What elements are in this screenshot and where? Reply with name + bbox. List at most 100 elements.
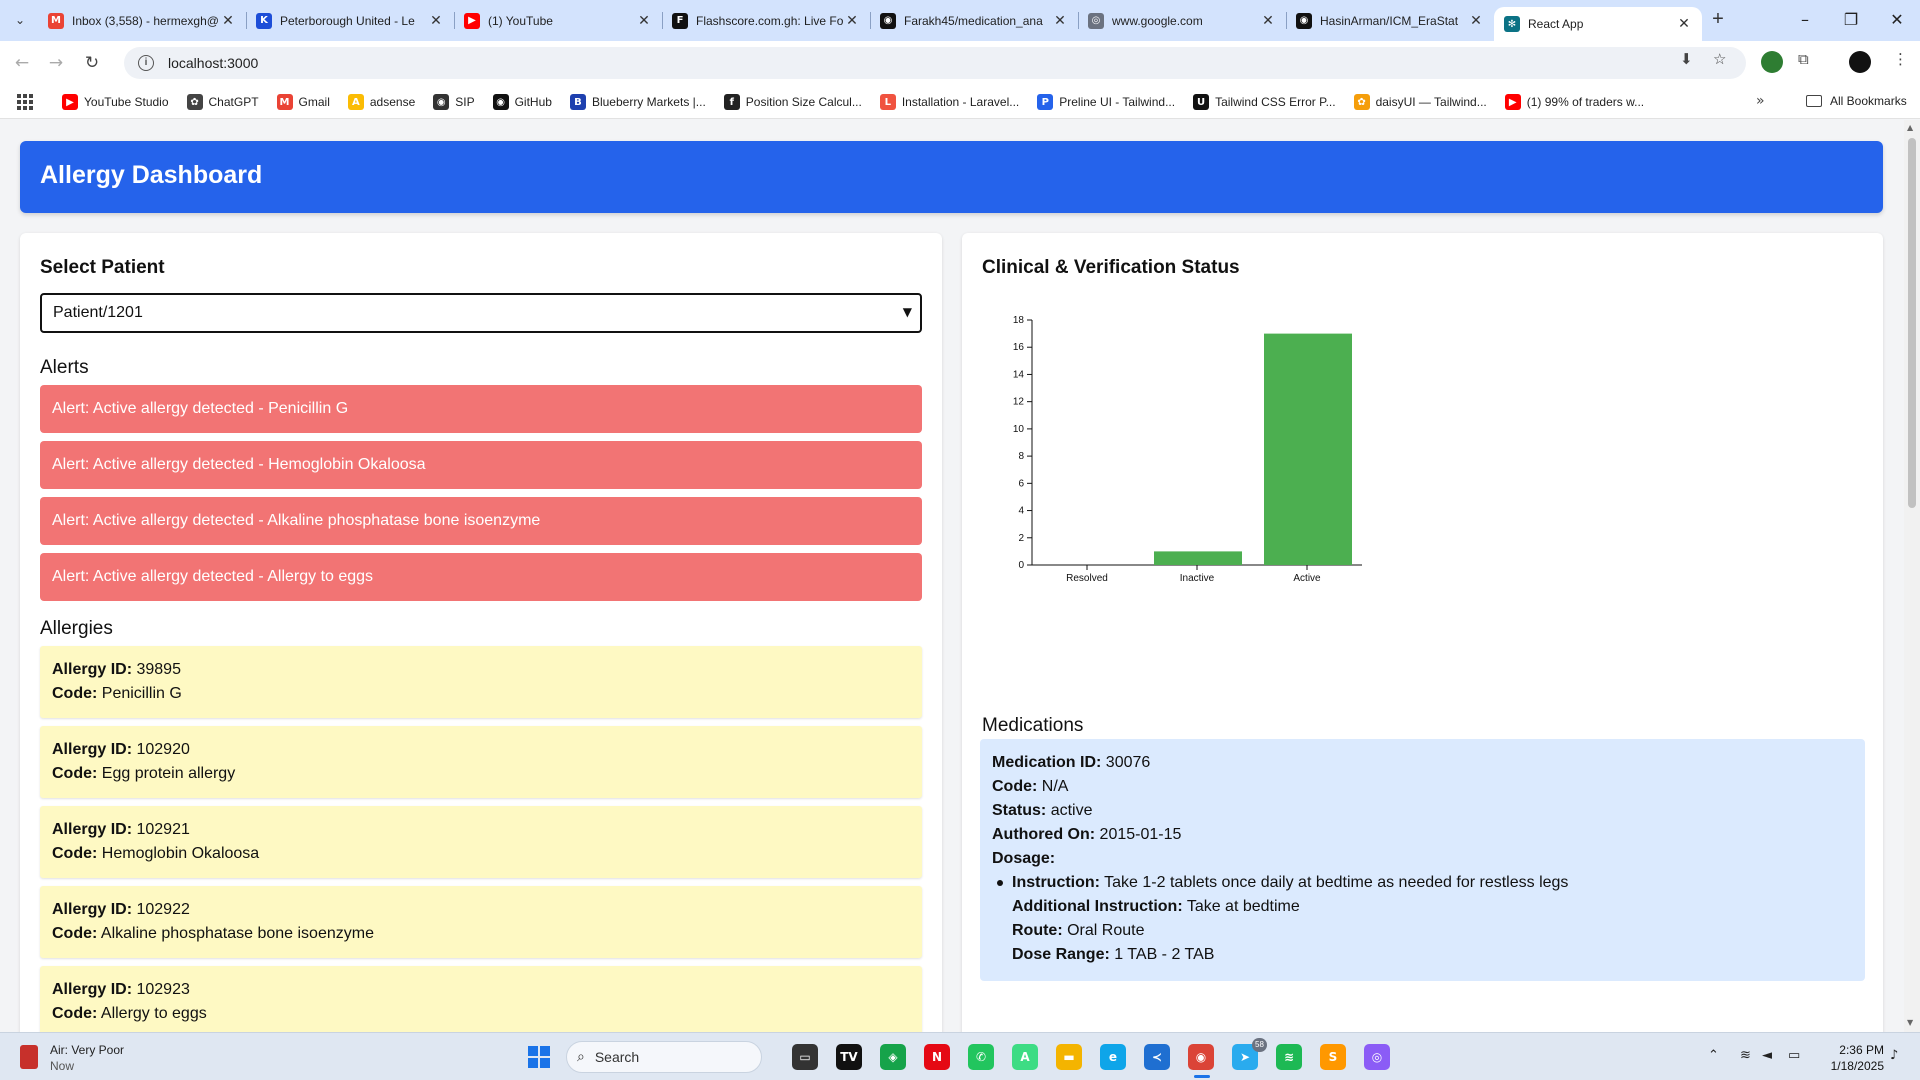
file-explorer-app-icon[interactable]: ▭ xyxy=(792,1044,818,1070)
url-text[interactable]: localhost:3000 xyxy=(168,55,258,71)
folder-app-icon[interactable]: ▬ xyxy=(1056,1044,1082,1070)
bookmark-star-icon[interactable]: ☆ xyxy=(1713,50,1726,68)
more-bookmarks-icon[interactable]: » xyxy=(1756,93,1765,109)
patient-select[interactable]: Patient/1201 ▼ xyxy=(40,293,922,333)
close-tab-icon[interactable]: ✕ xyxy=(1676,16,1692,32)
browser-tab[interactable]: ◎ www.google.com ✕ xyxy=(1078,0,1286,41)
bookmark-item[interactable]: Aadsense xyxy=(347,94,415,110)
close-tab-icon[interactable]: ✕ xyxy=(1260,13,1276,29)
browser-tab[interactable]: ◉ Farakh45/medication_ana ✕ xyxy=(870,0,1078,41)
scrollbar-thumb[interactable] xyxy=(1908,138,1916,508)
extensions-puzzle-icon[interactable]: ⧉ xyxy=(1798,50,1809,68)
install-app-icon[interactable]: ⬇ xyxy=(1680,50,1693,68)
apps-grid-icon[interactable] xyxy=(17,94,33,110)
browser-tab[interactable]: ✻ React App ✕ xyxy=(1494,7,1702,41)
android-studio-app-icon[interactable]: A xyxy=(1012,1044,1038,1070)
bookmark-item[interactable]: ✿ ChatGPT xyxy=(186,94,259,110)
close-tab-icon[interactable]: ✕ xyxy=(636,13,652,29)
close-window-icon[interactable]: ✕ xyxy=(1882,6,1912,34)
allergy-card: Allergy ID: 102920 Code: Egg protein alle… xyxy=(40,726,922,798)
address-bar[interactable]: i localhost:3000 xyxy=(124,47,1746,79)
bookmark-item[interactable]: B Blueberry Markets |... xyxy=(569,94,706,110)
allergy-id-label: Allergy ID: xyxy=(52,741,133,758)
close-tab-icon[interactable]: ✕ xyxy=(428,13,444,29)
weather-title[interactable]: Air: Very Poor xyxy=(50,1043,124,1057)
bookmark-label: Preline UI - Tailwind... xyxy=(1059,95,1176,109)
reload-icon[interactable]: ↻ xyxy=(80,51,104,75)
preline-icon: P xyxy=(1037,94,1054,110)
close-tab-icon[interactable]: ✕ xyxy=(844,13,860,29)
browser-tab[interactable]: K Peterborough United - Le ✕ xyxy=(246,0,454,41)
scroll-down-icon[interactable]: ▼ xyxy=(1907,1018,1913,1027)
browser-toolbar: ← → ↻ i localhost:3000 ⬇ ☆ ⧉ ⋮ xyxy=(0,41,1920,85)
tab-search-icon[interactable]: ⌄ xyxy=(8,8,32,32)
tab-title: Inbox (3,558) - hermexgh@ xyxy=(72,13,219,28)
bookmark-item[interactable]: P Preline UI - Tailwind... xyxy=(1037,94,1175,110)
minimize-icon[interactable]: – xyxy=(1790,6,1820,34)
netflix-app-icon[interactable]: N xyxy=(924,1044,950,1070)
allergy-card: Allergy ID: 39895 Code: Penicillin G xyxy=(40,646,922,718)
sublime-app-icon[interactable]: S xyxy=(1320,1044,1346,1070)
wifi-icon[interactable]: ≋ xyxy=(1740,1048,1751,1063)
alert-banner: Alert: Active allergy detected - Penicil… xyxy=(40,385,922,433)
close-tab-icon[interactable]: ✕ xyxy=(1052,13,1068,29)
bar-inactive xyxy=(1154,551,1242,565)
globe-icon: ◎ xyxy=(1088,12,1104,29)
start-windows-icon[interactable] xyxy=(528,1046,550,1068)
profile-avatar[interactable] xyxy=(1849,51,1871,73)
edge-app-icon[interactable]: e xyxy=(1100,1044,1126,1070)
tab-title: HasinArman/ICM_EraStat xyxy=(1320,13,1459,28)
close-tab-icon[interactable]: ✕ xyxy=(220,13,236,29)
battery-icon[interactable]: ▭ xyxy=(1788,1048,1800,1063)
bookmark-item[interactable]: L Installation - Laravel... xyxy=(879,94,1019,110)
dosage-item: Instruction: Take 1-2 tablets once daily… xyxy=(992,871,1853,967)
podcast-app-icon[interactable]: ◎ xyxy=(1364,1044,1390,1070)
tab-title: Flashscore.com.gh: Live Fo xyxy=(696,13,844,28)
close-tab-icon[interactable]: ✕ xyxy=(1468,13,1484,29)
bookmark-item[interactable]: ✿ daisyUI — Tailwind... xyxy=(1353,94,1487,110)
medication-id-label: Medication ID: xyxy=(992,754,1102,771)
tray-overflow-icon[interactable]: ⌃ xyxy=(1708,1048,1719,1063)
weather-subtitle: Now xyxy=(50,1059,75,1073)
air-quality-icon[interactable] xyxy=(20,1045,38,1069)
vscode-app-icon[interactable]: ≺ xyxy=(1144,1044,1170,1070)
browser-tab[interactable]: ▶ (1) YouTube ✕ xyxy=(454,0,662,41)
page-scrollbar[interactable]: ▲ ▼ xyxy=(1904,120,1920,1032)
tab-title: Farakh45/medication_ana xyxy=(904,13,1043,28)
spotify-app-icon[interactable]: ≋ xyxy=(1276,1044,1302,1070)
bookmark-item[interactable]: f Position Size Calcul... xyxy=(723,94,862,110)
site-info-icon[interactable]: i xyxy=(138,55,154,71)
notification-bell-icon[interactable]: ♪ xyxy=(1890,1048,1898,1063)
taskbar-clock[interactable]: 2:36 PM 1/18/2025 xyxy=(1820,1042,1884,1074)
medication-authored-value: 2015-01-15 xyxy=(1099,826,1182,843)
react-icon: ✻ xyxy=(1504,16,1520,32)
forward-icon[interactable]: → xyxy=(44,51,68,75)
browser-tab[interactable]: ◉ HasinArman/ICM_EraStat ✕ xyxy=(1286,0,1494,41)
android-app-icon[interactable]: ◈ xyxy=(880,1044,906,1070)
chrome-app-icon[interactable]: ◉ xyxy=(1188,1044,1214,1070)
extension-icon[interactable] xyxy=(1761,51,1783,73)
browser-tab[interactable]: F Flashscore.com.gh: Live Fo ✕ xyxy=(662,0,870,41)
whatsapp-app-icon[interactable]: ✆ xyxy=(968,1044,994,1070)
allergy-id-value: 102922 xyxy=(136,901,190,918)
new-tab-button[interactable]: + xyxy=(1704,8,1732,32)
taskbar-search[interactable]: ⌕ Search xyxy=(566,1041,762,1073)
bookmark-item[interactable]: ▶ (1) 99% of traders w... xyxy=(1504,94,1644,110)
volume-icon[interactable]: ◄ xyxy=(1762,1048,1772,1063)
back-icon[interactable]: ← xyxy=(10,51,34,75)
allergy-code-value: Hemoglobin Okaloosa xyxy=(101,845,260,862)
bookmark-item[interactable]: M Gmail xyxy=(276,94,330,110)
bookmark-item[interactable]: ▶ YouTube Studio xyxy=(62,94,169,110)
bookmark-item[interactable]: U Tailwind CSS Error P... xyxy=(1193,94,1336,110)
ui-icon: U xyxy=(1193,94,1210,110)
browser-tab[interactable]: M Inbox (3,558) - hermexgh@ ✕ xyxy=(38,0,246,41)
bookmark-item[interactable]: ◉ GitHub xyxy=(492,94,552,110)
restore-icon[interactable]: ❐ xyxy=(1836,6,1866,34)
all-bookmarks-button[interactable]: All Bookmarks xyxy=(1806,94,1907,108)
dose-range-value: 1 TAB - 2 TAB xyxy=(1114,946,1215,963)
tradingview-app-icon[interactable]: TV xyxy=(836,1044,862,1070)
x-tick-label: Inactive xyxy=(1180,573,1215,584)
browser-menu-icon[interactable]: ⋮ xyxy=(1893,50,1908,68)
bookmark-item[interactable]: ◉ SIP xyxy=(433,94,475,110)
scroll-up-icon[interactable]: ▲ xyxy=(1907,123,1913,132)
